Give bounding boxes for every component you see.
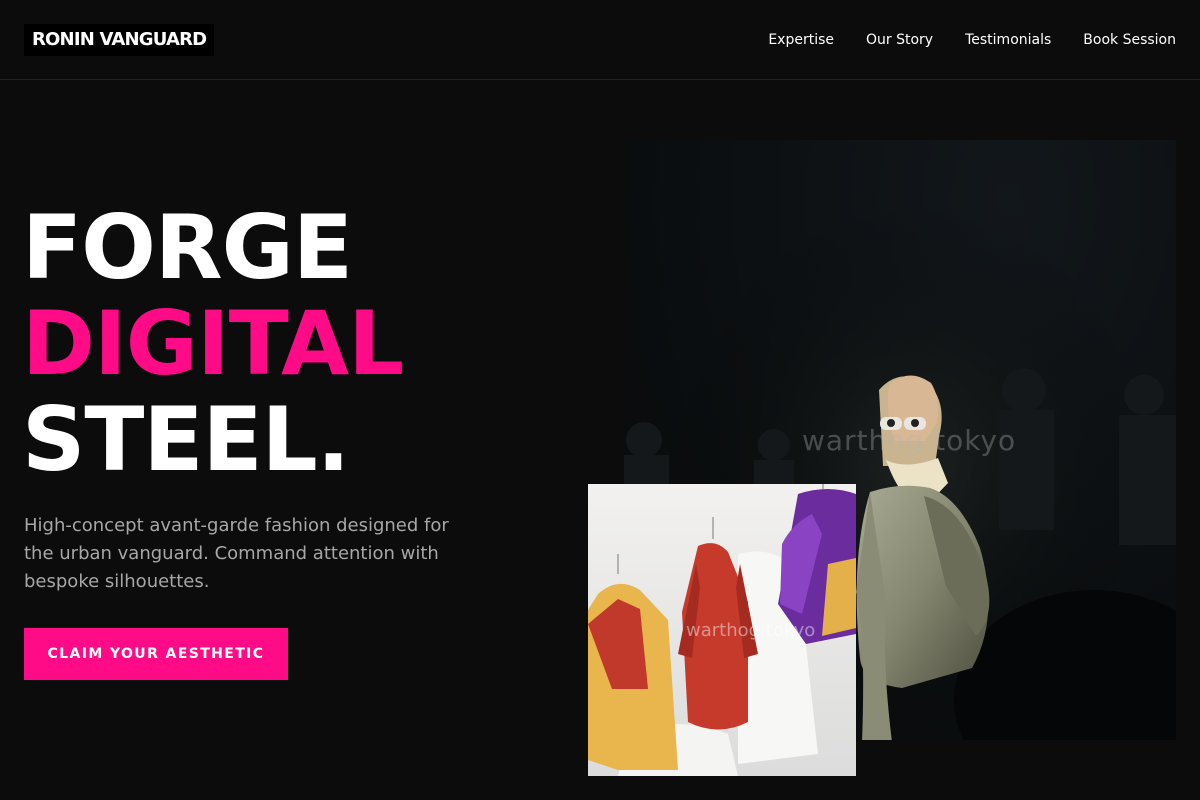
brand-logo[interactable]: RONIN VANGUARD bbox=[24, 24, 215, 56]
hero-headline: FORGE DIGITAL STEEL. bbox=[22, 196, 404, 491]
claim-aesthetic-button[interactable]: CLAIM YOUR AESTHETIC bbox=[24, 628, 288, 680]
runway-watermark: warthog.tokyo bbox=[802, 424, 1017, 457]
nav-book-session[interactable]: Book Session bbox=[1083, 26, 1176, 54]
headline-line-forge: FORGE bbox=[22, 196, 353, 299]
hero-subtext: High-concept avant-garde fashion designe… bbox=[24, 515, 449, 592]
main-nav: Expertise Our Story Testimonials Book Se… bbox=[768, 26, 1176, 54]
rack-watermark: warthog.tokyo bbox=[686, 620, 816, 641]
headline-line-steel: STEEL. bbox=[22, 388, 350, 491]
headline-line-digital: DIGITAL bbox=[22, 292, 404, 395]
clothing-rack-image: warthog.tokyo bbox=[588, 484, 856, 776]
site-header: RONIN VANGUARD Expertise Our Story Testi… bbox=[0, 0, 1200, 80]
nav-our-story[interactable]: Our Story bbox=[866, 26, 933, 54]
nav-testimonials[interactable]: Testimonials bbox=[965, 26, 1051, 54]
nav-expertise[interactable]: Expertise bbox=[768, 26, 834, 54]
